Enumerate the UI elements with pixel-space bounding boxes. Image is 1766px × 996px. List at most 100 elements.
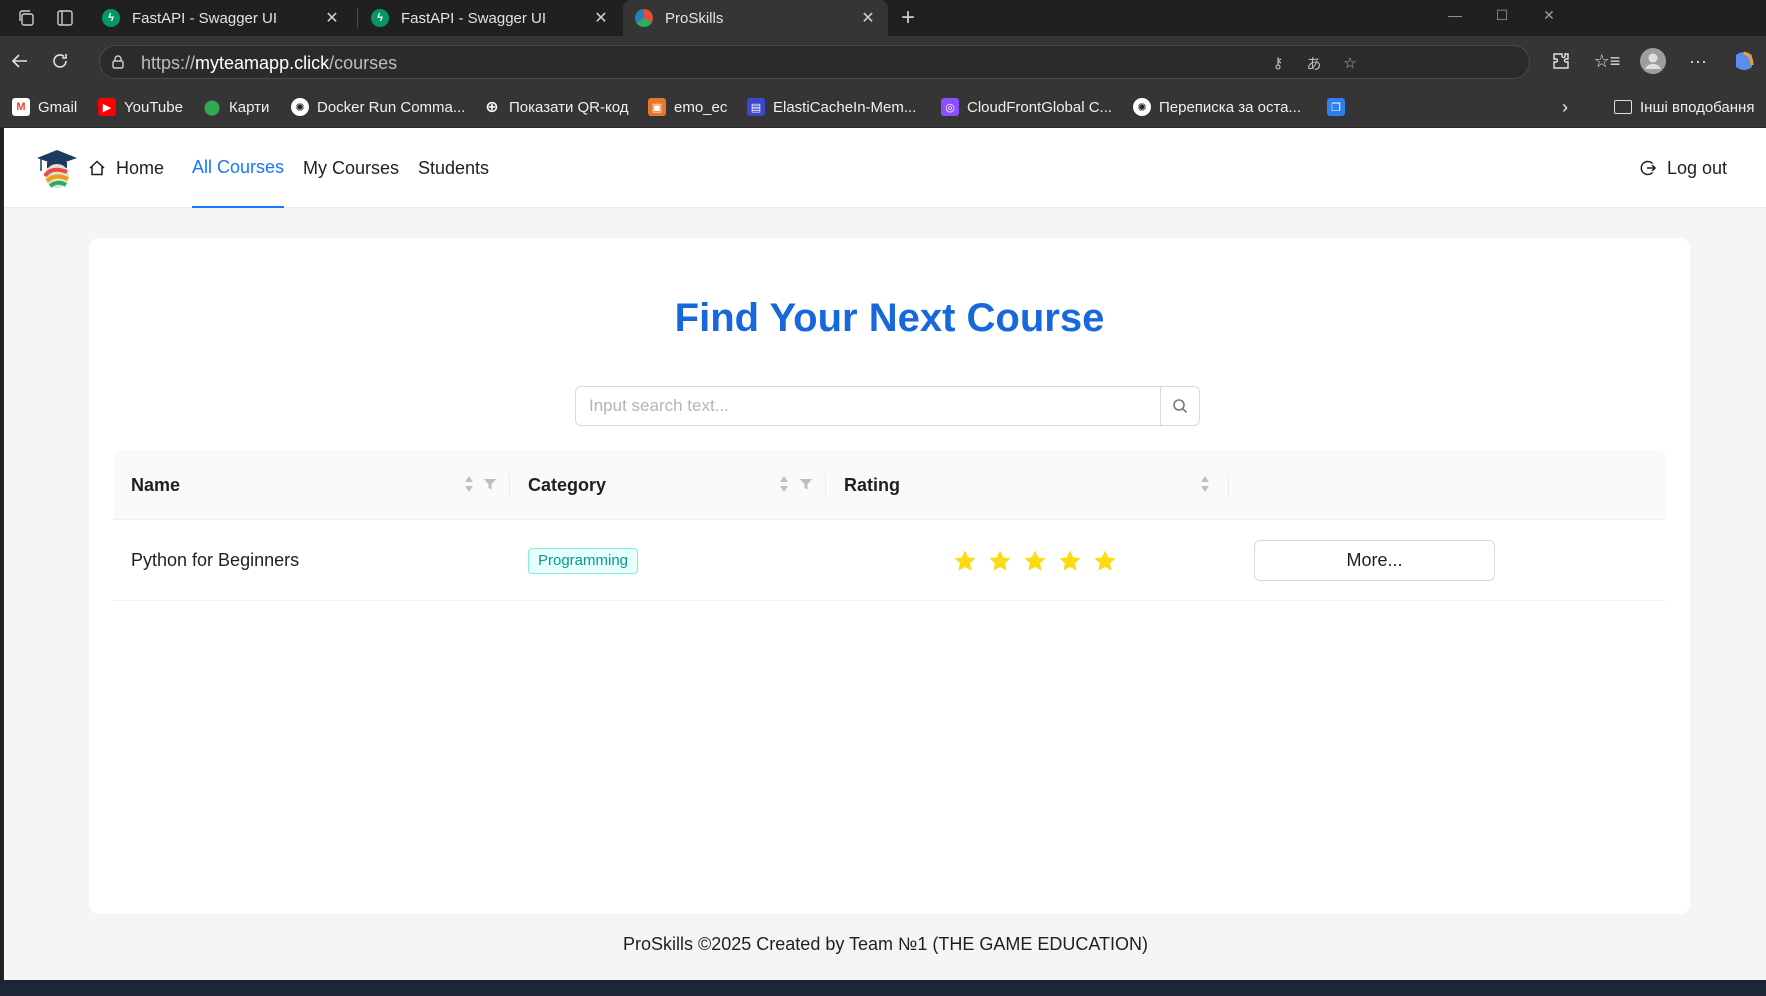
search-input[interactable]	[575, 386, 1161, 426]
bookmark-label: Показати QR-код	[509, 98, 629, 116]
favorites-icon[interactable]: ☆≡	[1591, 45, 1623, 77]
star-icon[interactable]	[988, 549, 1012, 573]
extensions-icon[interactable]	[1545, 45, 1577, 77]
close-tab-icon[interactable]: ✕	[320, 6, 344, 30]
column-header-category[interactable]: Category	[528, 450, 606, 520]
bookmark-label: Docker Run Comma...	[317, 98, 466, 116]
nav-all-courses-label: All Courses	[192, 156, 285, 177]
bookmark-unnamed[interactable]: ❐	[1327, 96, 1353, 118]
tab-title: FastAPI - Swagger UI	[132, 9, 278, 27]
page-footer: ProSkills ©2025 Created by Team №1 (THE …	[622, 934, 1149, 954]
course-category: Programming	[528, 520, 639, 601]
bookmark-emo-ec[interactable]: ▣ emo_ec	[648, 96, 727, 118]
other-bookmarks[interactable]: Інші вподобання	[1614, 96, 1754, 118]
course-name: Python for Beginners	[131, 550, 300, 570]
browser-toolbar: https://myteamapp.click/courses ⚷ あ ☆ ☆≡…	[0, 36, 1766, 86]
profile-avatar-icon[interactable]	[1637, 45, 1669, 77]
bookmark-label: emo_ec	[674, 98, 728, 116]
page-viewport: Home All Courses My Courses Students Log…	[3, 128, 1766, 980]
bookmark-cloudfront[interactable]: ◎ CloudFrontGlobal C...	[941, 96, 1112, 118]
workspaces-icon[interactable]	[12, 4, 40, 32]
sort-icon[interactable]	[462, 473, 476, 495]
reload-icon[interactable]	[44, 45, 76, 77]
nav-all-courses[interactable]: All Courses	[192, 128, 285, 208]
folder-icon	[1614, 100, 1632, 114]
minimize-icon[interactable]: —	[1430, 0, 1480, 30]
url-text: https://myteamapp.click/courses	[141, 53, 398, 73]
bookmark-label: Gmail	[38, 98, 78, 116]
course-rating	[953, 520, 1117, 601]
proskills-logo-icon	[635, 9, 653, 27]
vertical-tabs-icon[interactable]	[51, 4, 79, 32]
star-icon[interactable]	[1023, 549, 1047, 573]
lock-icon[interactable]	[110, 54, 126, 75]
globe-icon: ⊕	[485, 99, 499, 116]
more-button[interactable]: More...	[1254, 540, 1495, 581]
browser-tab-active[interactable]: ProSkills ✕	[623, 0, 888, 36]
search-icon	[1173, 399, 1188, 414]
new-tab-icon[interactable]: +	[894, 4, 922, 32]
close-tab-icon[interactable]: ✕	[856, 6, 880, 30]
bookmark-youtube[interactable]: ▶ YouTube	[98, 96, 183, 118]
close-tab-icon[interactable]: ✕	[589, 6, 613, 30]
logout-button[interactable]: Log out	[1639, 128, 1727, 208]
bookmark-label: CloudFrontGlobal C...	[967, 98, 1113, 116]
sort-icon[interactable]	[1198, 473, 1212, 495]
bookmark-maps[interactable]: ⬤ Карти	[203, 96, 270, 118]
gmail-icon: M	[12, 98, 30, 116]
courses-table: Name Category Rating Python for Beginner…	[113, 450, 1666, 601]
column-divider	[825, 474, 826, 496]
proskills-logo-icon[interactable]	[35, 146, 79, 190]
course-actions: More...	[1254, 520, 1495, 601]
bookmark-docker[interactable]: ✺ Docker Run Comma...	[291, 96, 465, 118]
logout-icon	[1639, 159, 1657, 177]
fastapi-icon: ϟ	[102, 9, 120, 27]
nav-my-courses[interactable]: My Courses	[303, 128, 399, 208]
star-icon[interactable]	[1058, 549, 1082, 573]
course-search	[575, 386, 1200, 426]
fastapi-icon: ϟ	[371, 9, 389, 27]
more-menu-icon[interactable]: ···	[1682, 45, 1714, 77]
elasticache-icon: ▤	[747, 98, 765, 116]
password-key-icon[interactable]: ⚷	[1267, 52, 1289, 74]
nav-home[interactable]: Home	[88, 128, 164, 208]
translate-icon[interactable]: あ	[1303, 52, 1325, 74]
bookmark-label: Переписка за оста...	[1159, 98, 1301, 116]
browser-tab[interactable]: ϟ FastAPI - Swagger UI ✕	[90, 0, 352, 36]
browser-tab-bar: ϟ FastAPI - Swagger UI ✕ ϟ FastAPI - Swa…	[0, 0, 1766, 36]
column-divider	[509, 474, 510, 496]
filter-icon[interactable]	[798, 475, 814, 493]
aws-icon: ▣	[648, 98, 666, 116]
page-title: Find Your Next Course	[674, 296, 1105, 340]
bookmarks-overflow-icon[interactable]: ›	[1562, 96, 1568, 118]
sort-icon[interactable]	[777, 473, 791, 495]
tab-divider	[357, 8, 358, 28]
app-header: Home All Courses My Courses Students Log…	[4, 128, 1766, 208]
star-icon[interactable]	[1093, 549, 1117, 573]
table-header: Name Category Rating	[113, 450, 1666, 520]
bookmark-elasticache[interactable]: ▤ ElastiCacheIn-Mem...	[747, 96, 916, 118]
favorite-star-icon[interactable]: ☆	[1339, 52, 1361, 74]
address-bar[interactable]: https://myteamapp.click/courses ⚷ あ ☆	[99, 45, 1530, 79]
back-icon[interactable]	[4, 45, 36, 77]
home-icon	[88, 159, 106, 177]
search-button[interactable]	[1161, 386, 1200, 426]
filter-icon[interactable]	[482, 475, 498, 493]
bookmark-gmail[interactable]: M Gmail	[12, 96, 77, 118]
bookmark-chat[interactable]: ✺ Переписка за оста...	[1133, 96, 1301, 118]
column-header-name[interactable]: Name	[131, 450, 180, 520]
copilot-icon[interactable]	[1728, 45, 1760, 77]
nav-students[interactable]: Students	[418, 128, 489, 208]
column-header-rating[interactable]: Rating	[844, 450, 900, 520]
maps-icon: ⬤	[203, 99, 221, 116]
star-icon[interactable]	[953, 549, 977, 573]
browser-tab[interactable]: ϟ FastAPI - Swagger UI ✕	[359, 0, 621, 36]
close-window-icon[interactable]: ✕	[1524, 0, 1574, 30]
category-tag: Programming	[528, 547, 639, 574]
maximize-icon[interactable]: ☐	[1477, 0, 1527, 30]
bookmark-qr[interactable]: ⊕ Показати QR-код	[483, 96, 629, 118]
tab-title: ProSkills	[665, 9, 724, 27]
bookmark-label: YouTube	[124, 98, 183, 116]
os-taskbar	[0, 980, 1766, 996]
openai-icon: ✺	[1133, 98, 1151, 116]
